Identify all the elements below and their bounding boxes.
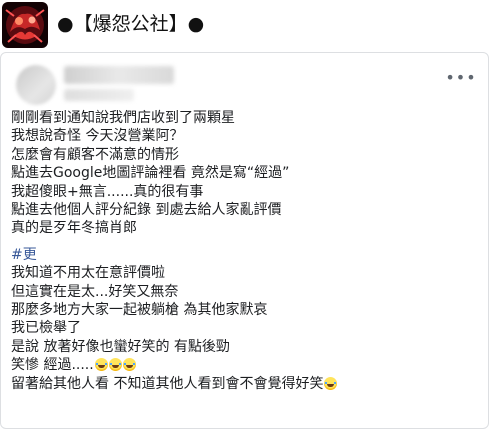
post-line: 笑慘 經過..... — [11, 356, 481, 374]
avatar[interactable] — [16, 65, 56, 105]
post-line: 點進去Google地圖評論裡看 竟然是寫“經過” — [11, 165, 290, 182]
post-line: 那麼多地方大家一起被躺槍 為其他家默哀 — [11, 302, 268, 319]
post-line: 點進去他個人評分紀錄 到處去給人家亂評價 — [11, 202, 282, 219]
page-header: ●【爆怨公社】● — [0, 0, 490, 52]
post-card: ••• 剛剛看到通知說我們店收到了兩顆星 我想說奇怪 今天沒營業阿？ 怎麼會有顧… — [0, 52, 489, 429]
more-options-icon[interactable]: ••• — [445, 67, 475, 87]
joy-emoji-icon — [94, 358, 108, 372]
post-line: 我知道不用太在意評價啦 — [11, 265, 165, 282]
post-meta-blurred — [64, 89, 134, 101]
post-line: 但這實在是太...好笑又無奈 — [11, 283, 179, 300]
author-name-blurred[interactable] — [64, 66, 174, 84]
post-line: 留著給其他人看 不知道其他人看到會不會覺得好笑 — [11, 375, 481, 393]
channel-title: ●【爆怨公社】● — [57, 13, 205, 35]
joy-emoji-icon — [324, 376, 338, 390]
hashtag-link[interactable]: #更 — [11, 246, 481, 264]
post-line: 是說 放著好像也蠻好笑的 有點後勁 — [11, 338, 230, 355]
post-line: 我超傻眼+無言......真的很有事 — [11, 183, 204, 200]
last-line-text: 留著給其他人看 不知道其他人看到會不會覺得好笑 — [11, 375, 324, 392]
post-line: 真的是歹年冬搞肖郎 — [11, 220, 137, 237]
post-line: 剛剛看到通知說我們店收到了兩顆星 — [11, 110, 235, 126]
post-line: 我已檢舉了 — [11, 320, 81, 337]
post-body: 剛剛看到通知說我們店收到了兩顆星 我想說奇怪 今天沒營業阿？ 怎麼會有顧客不滿意… — [11, 109, 481, 393]
laugh-line-text: 笑慘 經過..... — [11, 357, 94, 374]
joy-emoji-icon — [108, 358, 122, 372]
page-logo[interactable] — [2, 2, 48, 48]
post-line: 我想說奇怪 今天沒營業阿？ — [11, 128, 184, 145]
post-line: 怎麼會有顧客不滿意的情形 — [11, 146, 179, 163]
joy-emoji-icon — [122, 358, 136, 372]
